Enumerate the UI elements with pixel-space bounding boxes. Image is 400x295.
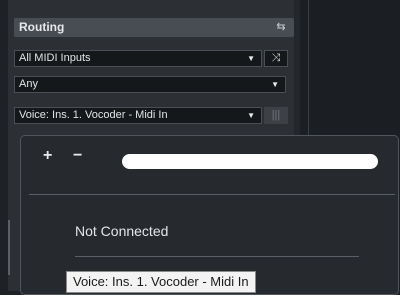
midi-channel-select[interactable]: Any ▼ <box>14 76 286 93</box>
midi-channel-value: Any <box>19 78 38 90</box>
routing-title: Routing <box>19 20 65 34</box>
tooltip: Voice: Ins. 1. Vocoder - Midi In <box>66 271 256 293</box>
midi-input-value: All MIDI Inputs <box>19 52 91 64</box>
chevron-down-icon: ▼ <box>271 80 279 89</box>
divider <box>29 194 395 195</box>
add-button[interactable]: + <box>43 147 52 165</box>
output-routing-select[interactable]: Voice: Ins. 1. Vocoder - Midi In ▼ <box>14 107 262 124</box>
midi-input-select[interactable]: All MIDI Inputs ▼ <box>14 50 262 67</box>
output-routing-value: Voice: Ins. 1. Vocoder - Midi In <box>19 109 168 121</box>
list-item-not-connected[interactable]: Not Connected <box>75 223 168 239</box>
routing-icon[interactable]: ⇆ <box>274 20 288 34</box>
chevron-down-icon: ▼ <box>247 54 255 63</box>
shuffle-icon[interactable]: ⤨ <box>264 50 288 67</box>
scroll-indicator <box>8 220 10 275</box>
remove-button[interactable]: − <box>73 147 82 165</box>
search-input[interactable] <box>122 154 378 169</box>
routing-section-header[interactable]: Routing ⇆ <box>14 18 294 37</box>
divider <box>75 256 359 257</box>
keyboard-icon[interactable]: ||| <box>264 107 288 124</box>
chevron-down-icon: ▼ <box>247 111 255 120</box>
